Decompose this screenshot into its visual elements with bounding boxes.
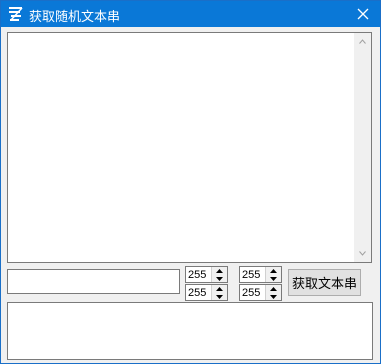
close-button[interactable] — [346, 1, 380, 27]
main-text-area[interactable] — [7, 32, 372, 263]
spinner-4-down[interactable] — [266, 293, 281, 300]
window-title: 获取随机文本串 — [29, 10, 121, 25]
triangle-up-icon — [216, 268, 223, 273]
spinner-4-value: 255 — [242, 287, 261, 299]
chevron-up-icon — [359, 39, 366, 44]
close-icon — [357, 8, 369, 20]
triangle-down-icon — [270, 294, 277, 299]
spinner-3-down[interactable] — [266, 275, 281, 282]
triangle-down-icon — [216, 276, 223, 281]
get-string-button[interactable]: 获取文本串 — [288, 269, 361, 296]
spinner-2-buttons — [211, 285, 227, 300]
chevron-down-icon — [359, 251, 366, 256]
spinner-3-value: 255 — [242, 269, 261, 281]
spinner-1-buttons — [211, 267, 227, 282]
app-window: 获取随机文本串 255 255 255 255 获取文本串 — [0, 0, 381, 364]
output-text-area[interactable] — [7, 302, 373, 360]
triangle-up-icon — [216, 286, 223, 291]
spinner-3[interactable]: 255 — [239, 266, 282, 283]
triangle-down-icon — [270, 276, 277, 281]
spinner-3-buttons — [265, 267, 281, 282]
text-input[interactable] — [7, 269, 180, 294]
spinner-4[interactable]: 255 — [239, 284, 282, 301]
spinner-3-up[interactable] — [266, 267, 281, 274]
scroll-down-button[interactable] — [354, 245, 371, 262]
spinner-4-buttons — [265, 285, 281, 300]
spinner-1[interactable]: 255 — [185, 266, 228, 283]
spinner-2-down[interactable] — [212, 293, 227, 300]
spinner-4-up[interactable] — [266, 285, 281, 292]
triangle-down-icon — [216, 294, 223, 299]
title-bar: 获取随机文本串 — [1, 1, 380, 27]
spinner-2[interactable]: 255 — [185, 284, 228, 301]
spinner-2-up[interactable] — [212, 285, 227, 292]
scroll-up-button[interactable] — [354, 33, 371, 50]
spinner-1-down[interactable] — [212, 275, 227, 282]
triangle-up-icon — [270, 268, 277, 273]
app-logo-icon — [9, 7, 23, 21]
spinner-1-value: 255 — [188, 269, 207, 281]
spinner-2-value: 255 — [188, 287, 207, 299]
triangle-up-icon — [270, 286, 277, 291]
vertical-scrollbar[interactable] — [354, 33, 371, 262]
spinner-1-up[interactable] — [212, 267, 227, 274]
